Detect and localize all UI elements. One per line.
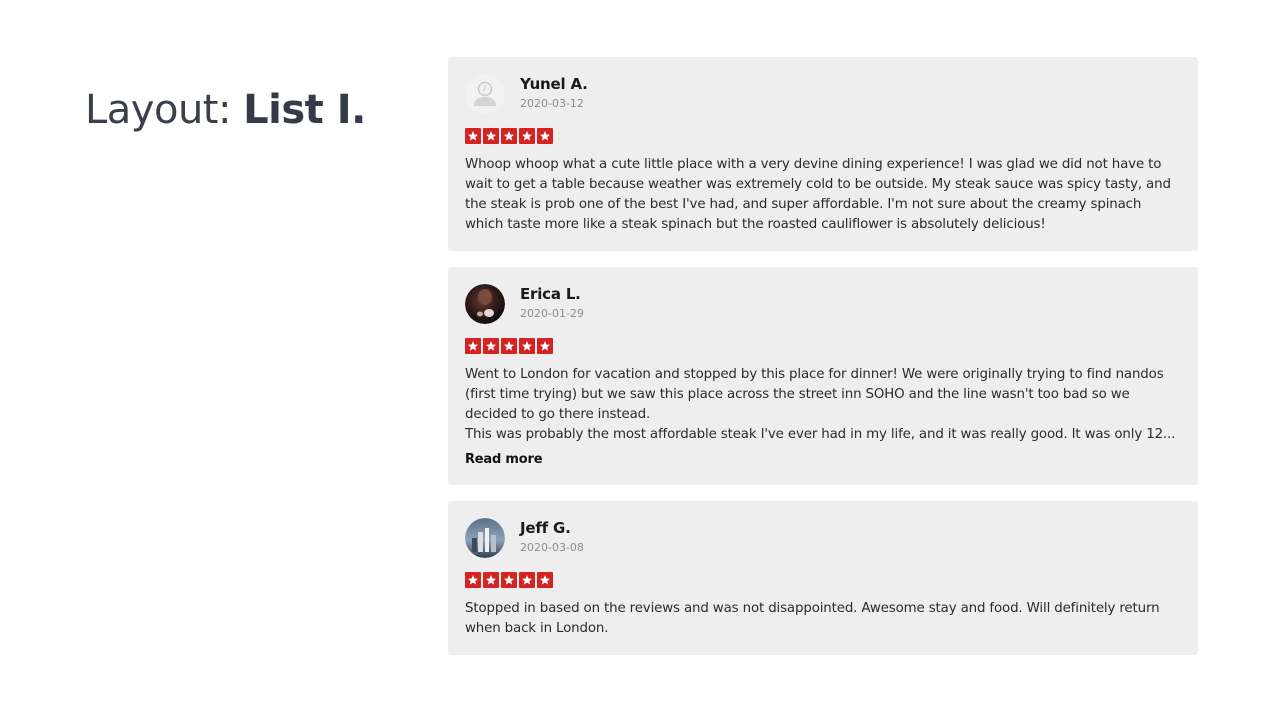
star-icon <box>501 128 517 144</box>
star-icon <box>519 572 535 588</box>
reviewer-avatar[interactable] <box>465 284 505 324</box>
star-icon <box>501 572 517 588</box>
star-icon <box>537 572 553 588</box>
review-card: Yunel A. 2020-03-12 Whoop whoop what a c… <box>448 57 1198 251</box>
reviewer-meta: Jeff G. 2020-03-08 <box>520 518 584 555</box>
page: Layout: List I. Yunel A. 2020-03-12 Whoo… <box>0 0 1280 720</box>
review-text: Went to London for vacation and stopped … <box>465 367 1176 442</box>
star-icon <box>483 128 499 144</box>
review-card: Erica L. 2020-01-29 Went to London for v… <box>448 267 1198 485</box>
star-icon <box>465 572 481 588</box>
page-title: Layout: List I. <box>85 84 366 136</box>
reviewer-name[interactable]: Erica L. <box>520 285 584 303</box>
reviewer-name[interactable]: Jeff G. <box>520 519 584 537</box>
review-list: Yunel A. 2020-03-12 Whoop whoop what a c… <box>448 57 1198 671</box>
review-date: 2020-01-29 <box>520 307 584 320</box>
star-icon <box>465 128 481 144</box>
review-header: Jeff G. 2020-03-08 <box>465 518 1181 558</box>
review-text: Stopped in based on the reviews and was … <box>465 601 1160 636</box>
page-title-emphasis: List I. <box>243 87 366 133</box>
star-icon <box>465 338 481 354</box>
reviewer-meta: Yunel A. 2020-03-12 <box>520 74 588 111</box>
reviewer-name[interactable]: Yunel A. <box>520 75 588 93</box>
reviewer-meta: Erica L. 2020-01-29 <box>520 284 584 321</box>
default-avatar-icon[interactable] <box>465 74 505 114</box>
star-rating <box>465 338 1181 355</box>
review-header: Erica L. 2020-01-29 <box>465 284 1181 324</box>
review-text: Whoop whoop what a cute little place wit… <box>465 157 1171 232</box>
review-header: Yunel A. 2020-03-12 <box>465 74 1181 114</box>
star-icon <box>483 338 499 354</box>
star-icon <box>519 338 535 354</box>
review-card: Jeff G. 2020-03-08 Stopped in based on t… <box>448 501 1198 655</box>
reviewer-avatar[interactable] <box>465 518 505 558</box>
star-rating <box>465 572 1181 589</box>
star-icon <box>537 338 553 354</box>
review-date: 2020-03-12 <box>520 97 584 110</box>
page-title-prefix: Layout: <box>85 87 244 133</box>
star-icon <box>483 572 499 588</box>
star-icon <box>537 128 553 144</box>
star-rating <box>465 128 1181 145</box>
star-icon <box>501 338 517 354</box>
star-icon <box>519 128 535 144</box>
read-more-link[interactable]: Read more <box>465 451 543 469</box>
review-date: 2020-03-08 <box>520 541 584 554</box>
